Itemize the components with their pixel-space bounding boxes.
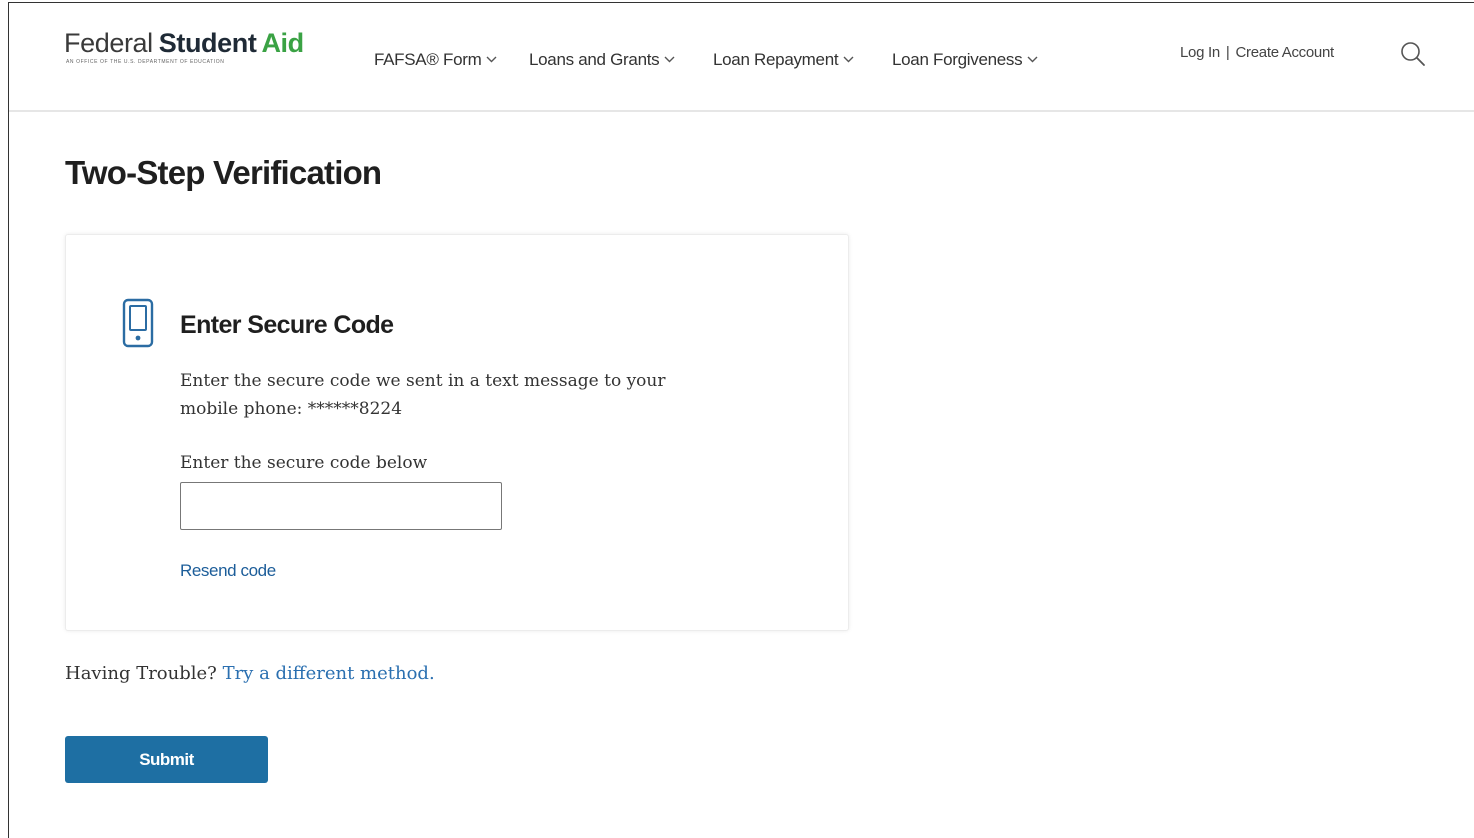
card-title: Enter Secure Code bbox=[180, 311, 394, 339]
chevron-down-icon bbox=[486, 48, 497, 68]
auth-links: Log In | Create Account bbox=[1180, 44, 1334, 61]
create-account-link[interactable]: Create Account bbox=[1236, 44, 1335, 61]
having-trouble-text: Having Trouble? bbox=[65, 663, 217, 684]
nav-item-loans-and-grants[interactable]: Loans and Grants bbox=[529, 48, 675, 70]
secure-code-card: Enter Secure Code Enter the secure code … bbox=[65, 234, 849, 631]
logo-wordmark: Federal Student Aid bbox=[64, 28, 304, 58]
card-description: Enter the secure code we sent in a text … bbox=[180, 371, 666, 419]
chevron-down-icon bbox=[664, 48, 675, 68]
nav-item-label: Loan Forgiveness bbox=[892, 50, 1023, 69]
auth-separator: | bbox=[1225, 44, 1230, 61]
site-header: Federal Student Aid An office of the U.S. … bbox=[9, 4, 1474, 112]
logo-student-text: Student bbox=[158, 28, 257, 58]
nav-item-fafsa-form[interactable]: FAFSA® Form bbox=[374, 48, 497, 70]
mobile-phone-icon bbox=[121, 298, 155, 353]
page-title: Two-Step Verification bbox=[65, 154, 382, 191]
logo-tagline: An office of the U.S. Department of Educ… bbox=[66, 59, 225, 65]
nav-item-label: Loans and Grants bbox=[529, 50, 660, 69]
nav-item-label: FAFSA® Form bbox=[374, 50, 482, 69]
resend-code-link[interactable]: Resend code bbox=[180, 561, 276, 581]
try-different-method-link[interactable]: Try a different method. bbox=[223, 663, 435, 684]
nav-item-loan-repayment[interactable]: Loan Repayment bbox=[713, 48, 854, 70]
logo-federal-text: Federal bbox=[64, 28, 153, 58]
logo-aid-text: Aid bbox=[261, 28, 304, 58]
nav-item-label: Loan Repayment bbox=[713, 50, 839, 69]
search-icon[interactable] bbox=[1399, 40, 1427, 73]
federal-student-aid-logo[interactable]: Federal Student Aid An office of the U.S. … bbox=[64, 28, 304, 65]
having-trouble-line: Having Trouble? Try a different method. bbox=[65, 663, 435, 684]
secure-code-label: Enter the secure code below bbox=[180, 453, 428, 473]
nav-item-loan-forgiveness[interactable]: Loan Forgiveness bbox=[892, 48, 1038, 70]
secure-code-input[interactable] bbox=[180, 482, 502, 530]
submit-button[interactable]: Submit bbox=[65, 736, 268, 783]
chevron-down-icon bbox=[1027, 48, 1038, 68]
log-in-link[interactable]: Log In bbox=[1180, 44, 1220, 61]
chevron-down-icon bbox=[843, 48, 854, 68]
